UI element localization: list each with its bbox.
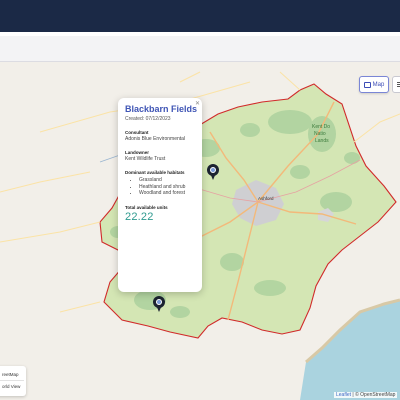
town-label: Ashford xyxy=(258,196,274,201)
base-layer-panel: reetMap orld View xyxy=(0,366,26,396)
list-item: Grassland xyxy=(139,177,195,184)
map-attribution: Leaflet | © OpenStreetMap xyxy=(334,392,398,398)
selected-site-marker-pin[interactable] xyxy=(153,296,165,312)
map-toggle-label: Map xyxy=(372,81,385,88)
top-navigation-bar xyxy=(0,0,400,32)
landowner-value: Kent Wildlife Trust xyxy=(125,156,166,162)
landowner-label: Landowner xyxy=(125,150,150,155)
toolbar xyxy=(0,36,400,62)
layers-menu-button[interactable] xyxy=(392,76,400,93)
habitats-label: Dominant available habitats xyxy=(125,170,185,175)
landscape-label-line-3: Lands xyxy=(315,138,329,144)
landscape-label-line-2: Natio xyxy=(314,131,326,137)
consultant-label: Consultant xyxy=(125,130,149,135)
total-units-label: Total available units xyxy=(125,204,168,210)
base-layer-option-world-view[interactable]: orld View xyxy=(0,381,24,392)
popup-created-date: Created: 07/12/2023 xyxy=(125,116,171,122)
list-item: Heathland and shrub xyxy=(139,184,195,191)
total-units-value: 22.22 xyxy=(125,210,154,223)
list-item: Woodland and forest xyxy=(139,190,195,197)
map-view-toggle-button[interactable]: Map xyxy=(359,76,389,93)
app-root: Ashford Kent Do Natio Lands Map reetMap … xyxy=(0,0,400,400)
close-icon[interactable]: ✕ xyxy=(195,101,200,107)
leaflet-link[interactable]: Leaflet xyxy=(336,392,351,398)
consultant-value: Adonis Blue Environmental xyxy=(125,136,186,142)
menu-icon xyxy=(396,82,400,83)
site-info-popup: ✕ Blackbarn Fields Created: 07/12/2023 C… xyxy=(118,98,202,292)
marker-icon xyxy=(210,167,216,173)
map-icon xyxy=(363,81,371,88)
popup-title: Blackbarn Fields xyxy=(125,104,198,114)
habitats-list: Grassland Heathland and shrub Woodland a… xyxy=(125,177,195,197)
site-marker-pin[interactable] xyxy=(207,164,219,180)
marker-icon xyxy=(156,299,162,305)
base-layer-option-streetmap[interactable]: reetMap xyxy=(0,369,24,380)
osm-attribution[interactable]: | © OpenStreetMap xyxy=(352,392,395,398)
landscape-label-line-1: Kent Do xyxy=(312,124,330,130)
